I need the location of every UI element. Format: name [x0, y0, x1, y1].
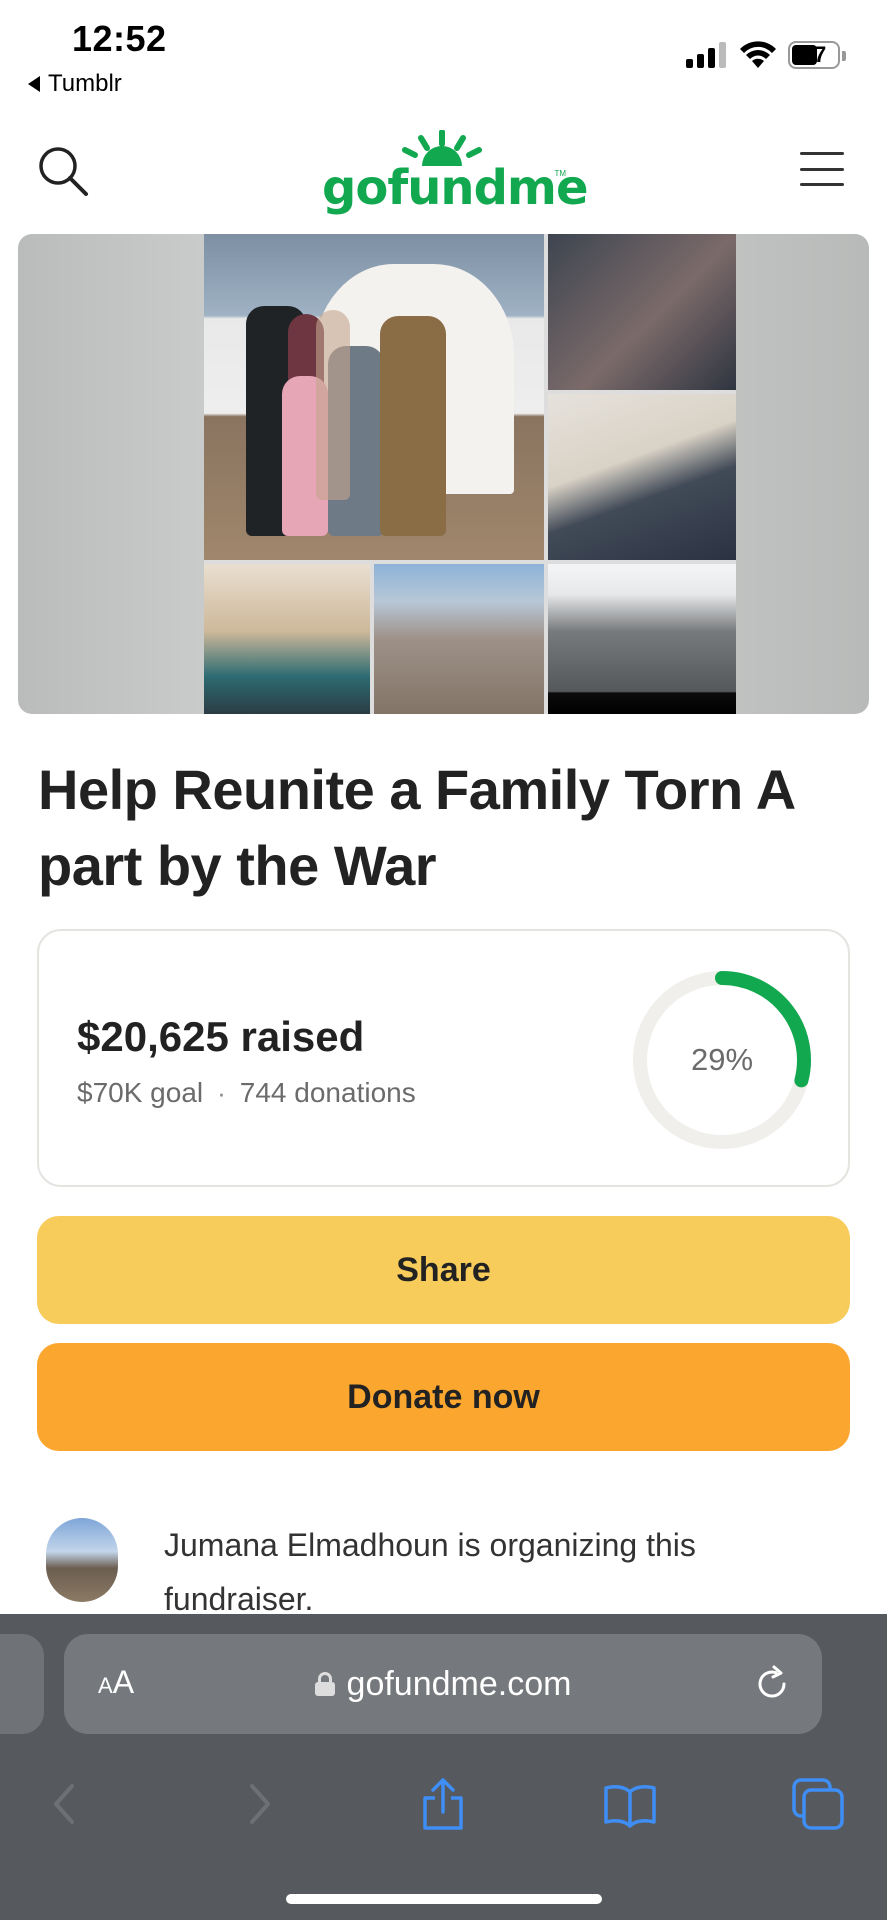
campaign-title: Help Reunite a Family Torn A part by the…	[38, 758, 794, 897]
battery-level: 57	[801, 42, 827, 67]
bookmarks-icon[interactable]	[604, 1778, 656, 1830]
donate-now-button[interactable]: Donate now	[37, 1343, 850, 1451]
amount-raised: $20,625 raised	[77, 1013, 365, 1060]
browser-chrome: gofundme.com AA	[0, 1614, 887, 1920]
text-size-large-a: A	[112, 1664, 135, 1700]
status-bar: 12:52 Tumblr 57	[0, 0, 887, 110]
donation-count[interactable]: 744 donations	[240, 1077, 416, 1109]
family-group-photo	[548, 394, 736, 560]
family-photo	[204, 234, 544, 560]
organizer-avatar[interactable]	[46, 1518, 118, 1602]
living-room-photo	[204, 564, 370, 714]
url-display[interactable]: gofundme.com	[64, 1634, 822, 1734]
lock-icon	[314, 1672, 335, 1696]
back-app-label: Tumblr	[48, 70, 122, 97]
back-icon[interactable]	[40, 1778, 92, 1830]
forward-icon[interactable]	[232, 1778, 284, 1830]
browser-toolbar	[0, 1760, 887, 1850]
site-header: gofundme TM	[0, 120, 887, 230]
goal-and-donations: $70K goal · 744 donations	[77, 1077, 416, 1109]
rubble-photo	[548, 564, 736, 714]
meta-separator: ·	[217, 1077, 226, 1108]
tabs-icon[interactable]	[792, 1778, 844, 1830]
address-bar[interactable]: gofundme.com AA	[64, 1634, 822, 1734]
back-to-app-link[interactable]: Tumblr	[28, 70, 122, 98]
campaign-hero-image[interactable]	[18, 234, 869, 714]
goal-amount: $70K goal	[77, 1077, 204, 1108]
share-button[interactable]: Share	[37, 1216, 850, 1324]
share-icon[interactable]	[417, 1778, 469, 1830]
progress-percent: 29%	[690, 1042, 754, 1077]
family-selfie-photo	[548, 234, 736, 390]
previous-tab-preview[interactable]	[0, 1634, 44, 1734]
photo-collage	[204, 234, 736, 714]
back-arrow-icon	[28, 76, 40, 92]
wifi-icon	[740, 41, 776, 68]
gofundme-logo[interactable]: gofundme TM	[322, 130, 589, 222]
destroyed-building-photo	[374, 564, 544, 714]
cellular-signal-icon	[686, 42, 726, 68]
hamburger-menu-icon[interactable]	[800, 152, 844, 186]
home-indicator[interactable]	[286, 1894, 602, 1904]
organizer-text: Jumana Elmadhoun is organizing this fund…	[164, 1527, 696, 1617]
status-time: 12:52	[72, 18, 167, 59]
organizer-row: Jumana Elmadhoun is organizing this fund…	[46, 1518, 866, 1617]
search-icon[interactable]	[36, 144, 90, 198]
battery-icon: 57	[788, 41, 846, 69]
donation-progress-card: $20,625 raised $70K goal · 744 donations…	[37, 929, 850, 1187]
reload-icon[interactable]	[752, 1664, 792, 1704]
text-size-button[interactable]: AA	[98, 1664, 134, 1701]
logo-wordmark: gofundme	[322, 160, 589, 216]
text-size-small-a: A	[98, 1673, 113, 1698]
logo-trademark: TM	[554, 169, 566, 178]
url-text: gofundme.com	[346, 1664, 572, 1703]
